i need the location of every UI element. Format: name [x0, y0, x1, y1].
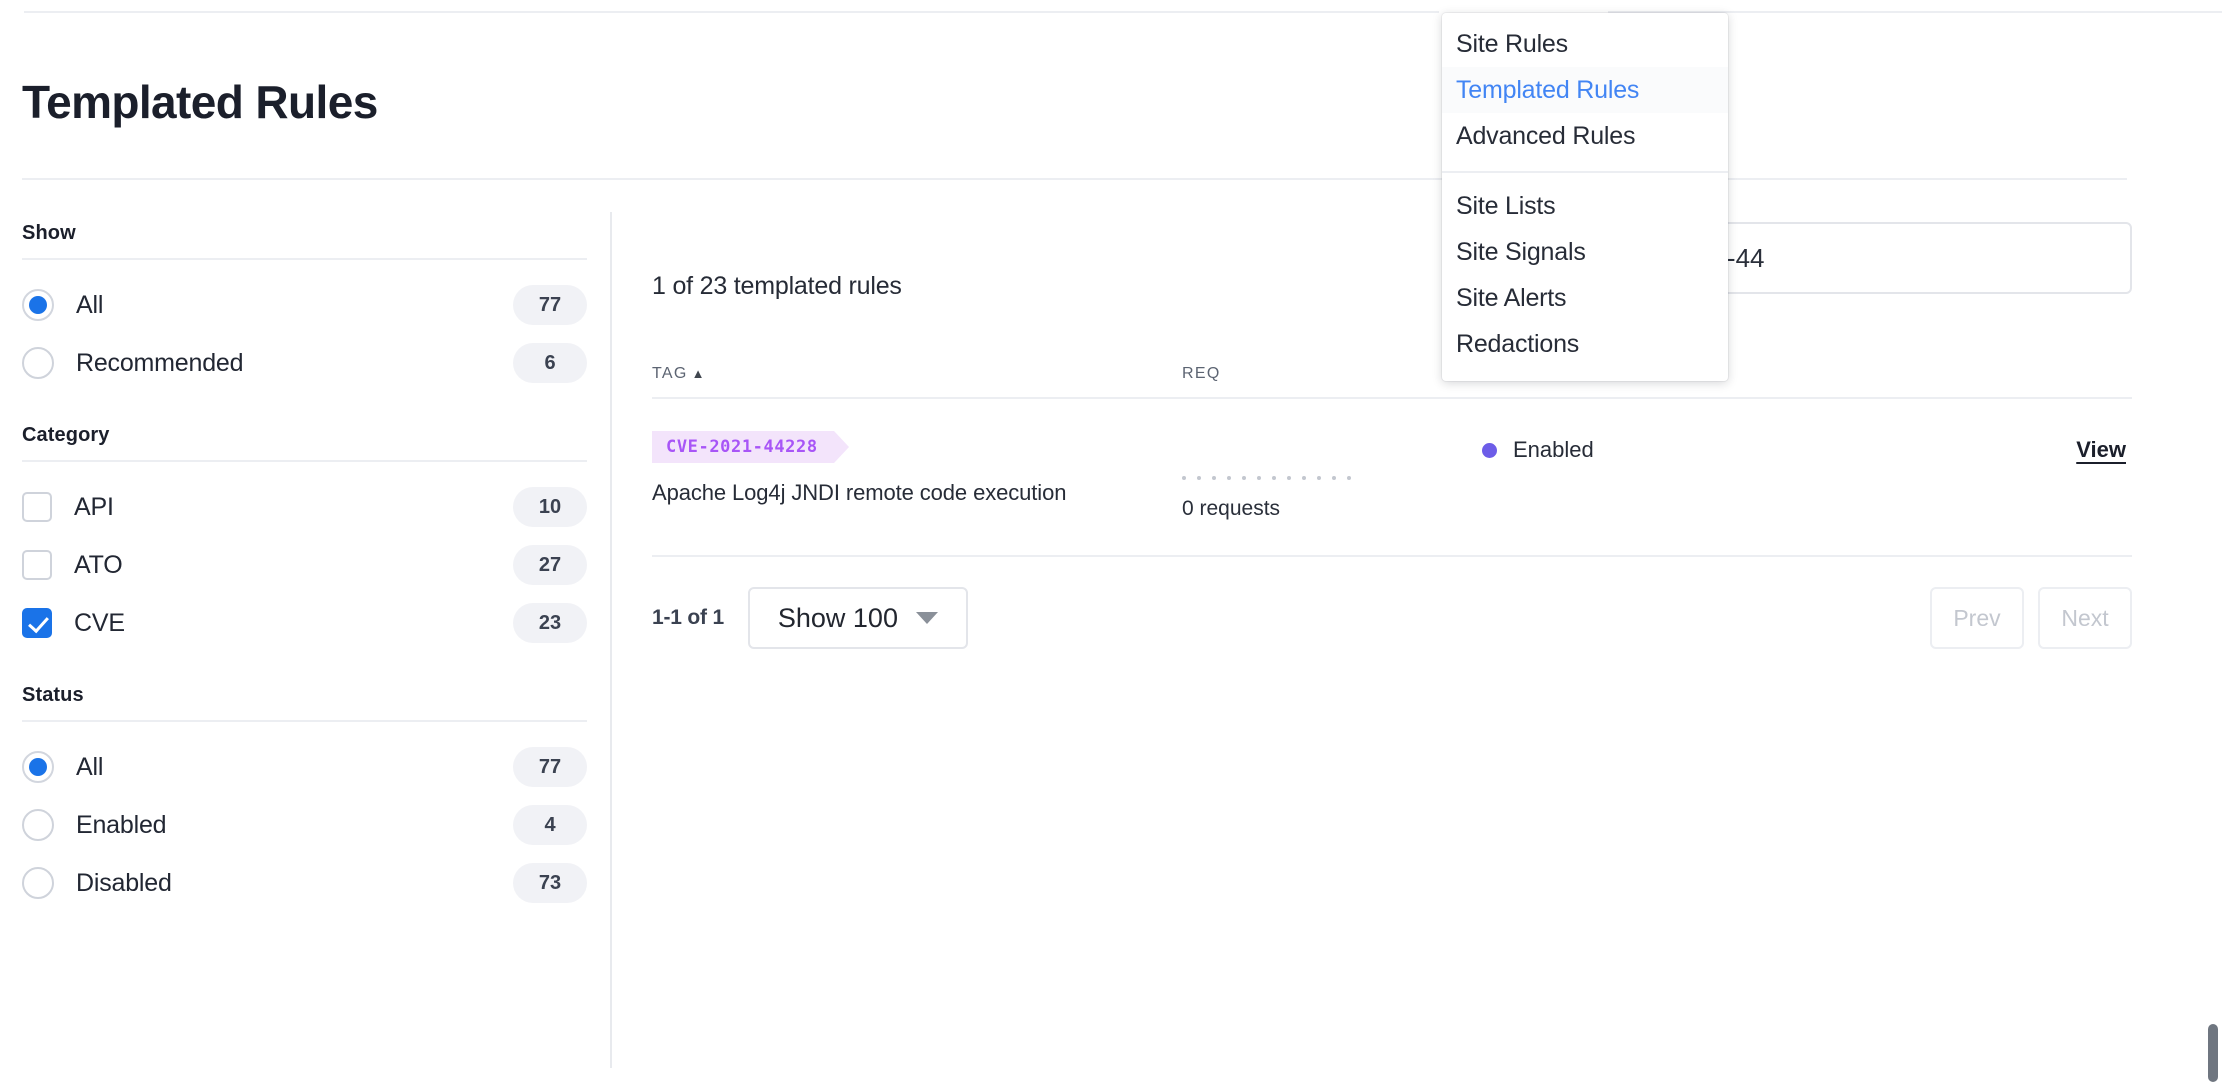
menu-item-advanced-rules[interactable]: Advanced Rules — [1442, 113, 1728, 159]
menu-item-redactions[interactable]: Redactions — [1442, 321, 1728, 367]
filter-option-status-enabled[interactable]: Enabled 4 — [22, 796, 587, 854]
rules-panel: 21-44 1 of 23 templated rules TAG▲ REQ S… — [652, 222, 2132, 649]
filter-option-count: 6 — [513, 343, 587, 383]
table-row: CVE-2021-44228 Apache Log4j JNDI remote … — [652, 399, 2132, 557]
table-header: TAG▲ REQ STATUS — [652, 365, 2132, 399]
filter-option-show-recommended[interactable]: Recommended 6 — [22, 334, 587, 392]
filter-option-label: Disabled — [76, 869, 513, 898]
next-page-button[interactable]: Next — [2038, 587, 2132, 649]
requests-count: 0 requests — [1182, 497, 1482, 521]
divider — [22, 720, 587, 722]
pagination-buttons: Prev Next — [1930, 587, 2132, 649]
filter-option-count: 23 — [513, 603, 587, 643]
requests-sparkline-icon — [1182, 473, 1482, 483]
menu-item-site-lists[interactable]: Site Lists — [1442, 183, 1728, 229]
filter-option-label: ATO — [74, 551, 513, 580]
column-header-tag[interactable]: TAG ▲ — [652, 365, 1182, 383]
view-rule-link[interactable]: View — [2076, 437, 2126, 463]
filter-option-show-all[interactable]: All 77 — [22, 276, 587, 334]
filter-option-label: Enabled — [76, 811, 513, 840]
radio-icon[interactable] — [22, 347, 54, 379]
status-badge: Enabled — [1513, 437, 1594, 463]
app-root: Templated Rules Show All 77 Recommended … — [0, 0, 2222, 1082]
filters-sidebar: Show All 77 Recommended 6 Category API 1… — [22, 222, 592, 944]
radio-icon[interactable] — [22, 751, 54, 783]
chevron-down-icon — [916, 612, 938, 624]
filter-option-label: CVE — [74, 609, 513, 638]
checkbox-checked-icon[interactable] — [22, 608, 52, 638]
column-header-tag-label: TAG — [652, 365, 688, 382]
menu-item-site-rules[interactable]: Site Rules — [1442, 21, 1728, 67]
column-header-requests[interactable]: REQ — [1182, 365, 1482, 383]
sidebar-divider — [610, 212, 612, 1068]
filter-option-label: All — [76, 291, 513, 320]
filter-option-status-all[interactable]: All 77 — [22, 738, 587, 796]
vertical-scrollbar-thumb[interactable] — [2208, 1024, 2218, 1082]
filter-option-count: 77 — [513, 285, 587, 325]
prev-page-button[interactable]: Prev — [1930, 587, 2024, 649]
divider — [22, 258, 587, 260]
radio-icon[interactable] — [22, 867, 54, 899]
search-input[interactable]: 21-44 — [1674, 222, 2132, 294]
menu-item-templated-rules[interactable]: Templated Rules — [1442, 67, 1728, 113]
page-size-label: Show 100 — [778, 603, 898, 634]
filter-group-show: Show All 77 Recommended 6 — [22, 222, 592, 392]
status-dot-icon — [1482, 443, 1497, 458]
nav-dropdown-menu: Site Rules Templated Rules Advanced Rule… — [1442, 13, 1728, 381]
filter-option-category-ato[interactable]: ATO 27 — [22, 536, 587, 594]
filter-option-count: 10 — [513, 487, 587, 527]
pagination-range: 1-1 of 1 — [652, 606, 724, 630]
filter-group-category: Category API 10 ATO 27 CVE 23 — [22, 424, 592, 652]
filter-group-title: Status — [22, 684, 592, 720]
menu-divider — [1442, 171, 1728, 173]
filter-option-count: 77 — [513, 747, 587, 787]
filter-option-label: API — [74, 493, 513, 522]
checkbox-icon[interactable] — [22, 492, 52, 522]
sort-ascending-icon: ▲ — [692, 366, 706, 381]
filter-option-category-api[interactable]: API 10 — [22, 478, 587, 536]
cell-requests: 0 requests — [1182, 431, 1482, 521]
page-title: Templated Rules — [22, 75, 378, 129]
cell-tag: CVE-2021-44228 Apache Log4j JNDI remote … — [652, 431, 1182, 506]
filter-option-count: 4 — [513, 805, 587, 845]
rule-description: Apache Log4j JNDI remote code execution — [652, 480, 1182, 506]
filter-group-status: Status All 77 Enabled 4 Disabled 73 — [22, 684, 592, 912]
menu-item-site-signals[interactable]: Site Signals — [1442, 229, 1728, 275]
filter-option-label: All — [76, 753, 513, 782]
filter-group-title: Show — [22, 222, 592, 258]
menu-item-site-alerts[interactable]: Site Alerts — [1442, 275, 1728, 321]
page-size-select[interactable]: Show 100 — [748, 587, 968, 649]
filter-option-label: Recommended — [76, 349, 513, 378]
filter-option-count: 27 — [513, 545, 587, 585]
filter-option-status-disabled[interactable]: Disabled 73 — [22, 854, 587, 912]
divider — [22, 460, 587, 462]
cell-status: Enabled View — [1482, 431, 2132, 463]
filter-option-count: 73 — [513, 863, 587, 903]
top-divider-left — [24, 11, 1439, 13]
pagination: 1-1 of 1 Show 100 Prev Next — [652, 557, 2132, 649]
filter-group-title: Category — [22, 424, 592, 460]
rule-tag-badge[interactable]: CVE-2021-44228 — [652, 431, 834, 463]
radio-icon[interactable] — [22, 809, 54, 841]
checkbox-icon[interactable] — [22, 550, 52, 580]
radio-icon[interactable] — [22, 289, 54, 321]
filter-option-category-cve[interactable]: CVE 23 — [22, 594, 587, 652]
page-title-divider — [22, 178, 2127, 180]
